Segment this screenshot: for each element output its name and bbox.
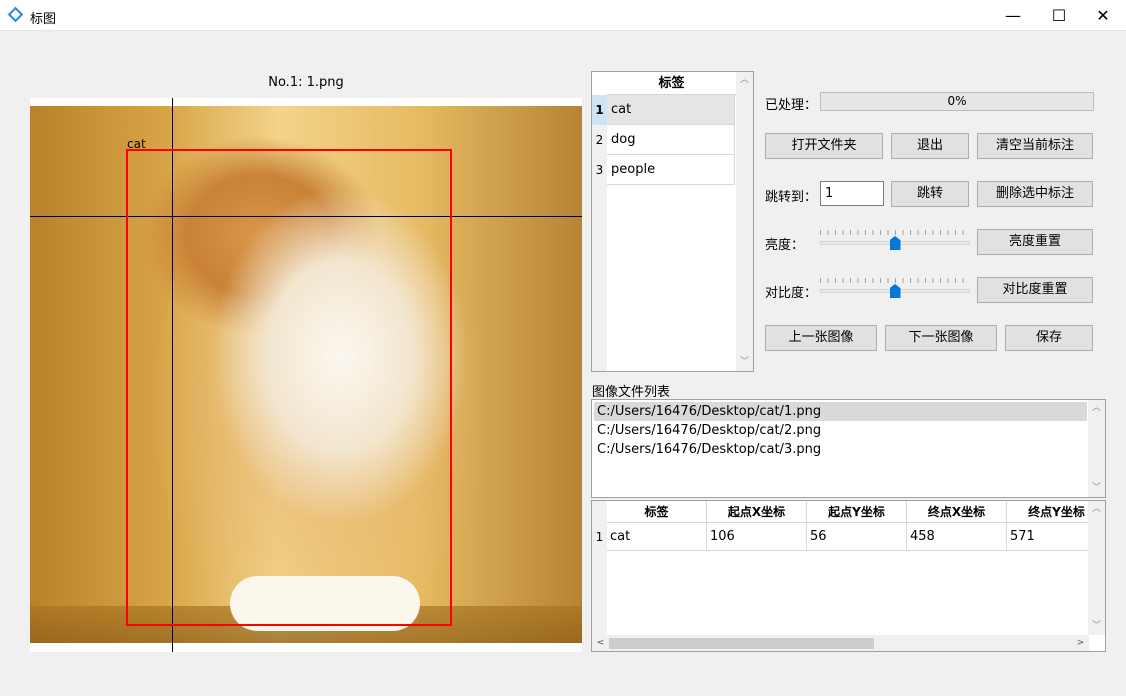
file-list-scrollbar[interactable]: ︿ ﹀ — [1088, 400, 1105, 497]
cell-end-x[interactable]: 458 — [907, 523, 1007, 551]
column-header-start-y[interactable]: 起点Y坐标 — [807, 501, 907, 523]
label-row[interactable]: 2 dog — [592, 125, 737, 155]
contrast-reset-button[interactable]: 对比度重置 — [977, 277, 1093, 303]
maximize-button[interactable]: ☐ — [1036, 0, 1082, 31]
label-cell[interactable]: people — [607, 155, 735, 185]
scroll-up-icon[interactable]: ︿ — [1088, 501, 1105, 518]
cell-start-x[interactable]: 106 — [707, 523, 807, 551]
file-list-item[interactable]: C:/Users/16476/Desktop/cat/1.png — [594, 402, 1087, 421]
window-title: 标图 — [30, 12, 57, 27]
scroll-up-icon[interactable]: ︿ — [736, 72, 753, 89]
column-header-start-x[interactable]: 起点X坐标 — [707, 501, 807, 523]
row-number: 2 — [595, 133, 604, 147]
title-bar: 标图 — ☐ ✕ — [0, 0, 1126, 31]
column-header-label[interactable]: 标签 — [607, 501, 707, 523]
bounding-box-label: cat — [127, 137, 146, 151]
save-button[interactable]: 保存 — [1005, 325, 1093, 351]
cell-label[interactable]: cat — [607, 523, 707, 551]
column-header-end-x[interactable]: 终点X坐标 — [907, 501, 1007, 523]
prev-image-button[interactable]: 上一张图像 — [765, 325, 877, 351]
bounding-box[interactable] — [126, 149, 452, 626]
coord-table-hscrollbar[interactable]: < > — [592, 635, 1089, 651]
slider-ticks — [820, 278, 970, 283]
exit-button[interactable]: 退出 — [891, 133, 969, 159]
jump-button[interactable]: 跳转 — [891, 181, 969, 207]
row-number-column — [592, 501, 607, 635]
coordinates-table[interactable]: 标签 起点X坐标 起点Y坐标 终点X坐标 终点Y坐标 1 cat 106 56 … — [591, 500, 1106, 652]
contrast-slider[interactable] — [820, 278, 970, 298]
file-list-title: 图像文件列表 — [592, 385, 671, 400]
row-number: 3 — [595, 163, 604, 177]
app-diamond-icon — [7, 6, 24, 23]
brightness-label: 亮度： — [765, 238, 805, 253]
scroll-down-icon[interactable]: ﹀ — [1088, 480, 1105, 497]
label-table[interactable]: 标签 1 cat 2 dog 3 people ︿ ﹀ — [591, 71, 754, 372]
scroll-down-icon[interactable]: ﹀ — [736, 354, 753, 371]
label-cell[interactable]: cat — [607, 95, 735, 125]
scroll-right-icon[interactable]: > — [1072, 635, 1089, 651]
minimize-button[interactable]: — — [990, 0, 1036, 31]
open-folder-button[interactable]: 打开文件夹 — [765, 133, 883, 159]
image-canvas[interactable]: cat — [30, 98, 582, 652]
cell-start-y[interactable]: 56 — [807, 523, 907, 551]
file-list-item[interactable]: C:/Users/16476/Desktop/cat/2.png — [594, 421, 1087, 440]
brightness-slider[interactable] — [820, 230, 970, 250]
scroll-up-icon[interactable]: ︿ — [1088, 400, 1105, 417]
slider-thumb[interactable] — [889, 284, 901, 298]
jump-input[interactable]: 1 — [820, 181, 884, 206]
scroll-down-icon[interactable]: ﹀ — [1088, 618, 1105, 635]
file-list[interactable]: C:/Users/16476/Desktop/cat/1.png C:/User… — [591, 399, 1106, 498]
label-row[interactable]: 3 people — [592, 155, 737, 185]
slider-ticks — [820, 230, 970, 235]
contrast-label: 对比度： — [765, 286, 818, 301]
hscroll-thumb[interactable] — [609, 638, 874, 649]
scroll-left-icon[interactable]: < — [592, 635, 609, 651]
delete-selected-button[interactable]: 删除选中标注 — [977, 181, 1093, 207]
label-table-scrollbar[interactable]: ︿ ﹀ — [736, 72, 753, 371]
coord-table-vscrollbar[interactable]: ︿ ﹀ — [1088, 501, 1105, 635]
row-number: 1 — [592, 95, 607, 125]
processed-label: 已处理： — [765, 98, 818, 113]
image-caption: No.1: 1.png — [268, 75, 344, 90]
progress-bar: 0% — [820, 92, 1094, 111]
slider-thumb[interactable] — [889, 236, 901, 250]
close-button[interactable]: ✕ — [1080, 0, 1126, 31]
clear-current-button[interactable]: 清空当前标注 — [977, 133, 1093, 159]
row-number: 1 — [595, 530, 604, 544]
progress-text: 0% — [947, 94, 967, 108]
label-row[interactable]: 1 cat — [592, 95, 737, 125]
jump-label: 跳转到： — [765, 190, 818, 205]
brightness-reset-button[interactable]: 亮度重置 — [977, 229, 1093, 255]
label-table-header: 标签 — [607, 73, 736, 95]
label-cell[interactable]: dog — [607, 125, 735, 155]
file-list-item[interactable]: C:/Users/16476/Desktop/cat/3.png — [594, 440, 1087, 459]
next-image-button[interactable]: 下一张图像 — [885, 325, 997, 351]
